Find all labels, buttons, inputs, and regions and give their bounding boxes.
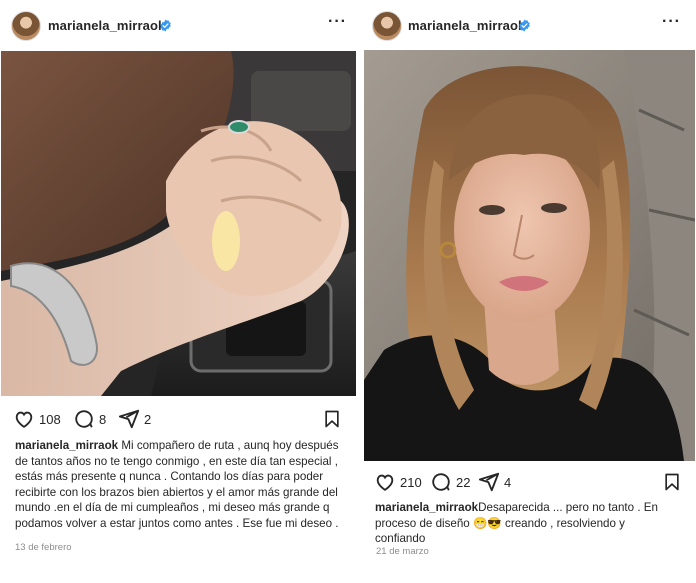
- avatar[interactable]: [372, 11, 402, 41]
- paper-plane-icon[interactable]: [478, 471, 500, 493]
- post-image: [1, 51, 356, 396]
- verified-badge-icon: [519, 19, 530, 32]
- comment-action[interactable]: 8: [73, 408, 106, 430]
- username[interactable]: marianela_mirraok: [408, 18, 525, 33]
- instagram-post-left: marianela_mirraok ··· 108 8 2 marianela_…: [0, 0, 360, 583]
- like-action[interactable]: 108: [13, 408, 61, 430]
- comment-bubble-icon[interactable]: [73, 408, 95, 430]
- save-action[interactable]: [662, 471, 682, 498]
- share-count: 2: [144, 411, 152, 427]
- like-count: 108: [39, 411, 61, 427]
- selfie-photo: [364, 50, 695, 461]
- caption-username[interactable]: marianela_mirraok: [15, 439, 118, 452]
- paper-plane-icon[interactable]: [118, 408, 140, 430]
- share-action[interactable]: 4: [478, 471, 511, 493]
- post-header: marianela_mirraok ···: [362, 0, 696, 50]
- verified-badge-icon: [160, 19, 171, 32]
- comment-action[interactable]: 22: [430, 471, 470, 493]
- instagram-post-right: marianela_mirraok ··· 210 22 4 marianela…: [362, 0, 696, 583]
- heart-icon[interactable]: [374, 471, 396, 493]
- username[interactable]: marianela_mirraok: [48, 18, 165, 33]
- share-count: 4: [504, 474, 512, 490]
- post-date: 13 de febrero: [15, 542, 72, 553]
- like-action[interactable]: 210: [374, 471, 422, 493]
- post-header: marianela_mirraok ···: [0, 0, 360, 50]
- post-actions: 108 8 2: [0, 403, 360, 433]
- post-actions: 210 22 4: [362, 466, 696, 496]
- comment-bubble-icon[interactable]: [430, 471, 452, 493]
- bookmark-icon[interactable]: [662, 471, 682, 493]
- heart-icon[interactable]: [13, 408, 35, 430]
- caption-text: Mi compañero de ruta , aunq hoy después …: [15, 439, 339, 530]
- comment-count: 22: [456, 474, 471, 490]
- more-options-icon[interactable]: ···: [328, 13, 347, 31]
- bookmark-icon[interactable]: [322, 408, 342, 430]
- share-action[interactable]: 2: [118, 408, 151, 430]
- more-options-icon[interactable]: ···: [662, 13, 681, 31]
- like-count: 210: [400, 474, 422, 490]
- avatar[interactable]: [11, 11, 41, 41]
- post-date: 21 de marzo: [376, 546, 429, 557]
- comment-count: 8: [99, 411, 107, 427]
- post-caption: marianela_mirraok Mi compañero de ruta ,…: [15, 438, 350, 531]
- save-action[interactable]: [322, 408, 342, 435]
- holding-hands-photo: [1, 51, 356, 396]
- caption-username[interactable]: marianela_mirraok: [375, 501, 478, 514]
- post-image: [364, 50, 695, 461]
- post-caption: marianela_mirraokDesaparecida ... pero n…: [375, 500, 675, 547]
